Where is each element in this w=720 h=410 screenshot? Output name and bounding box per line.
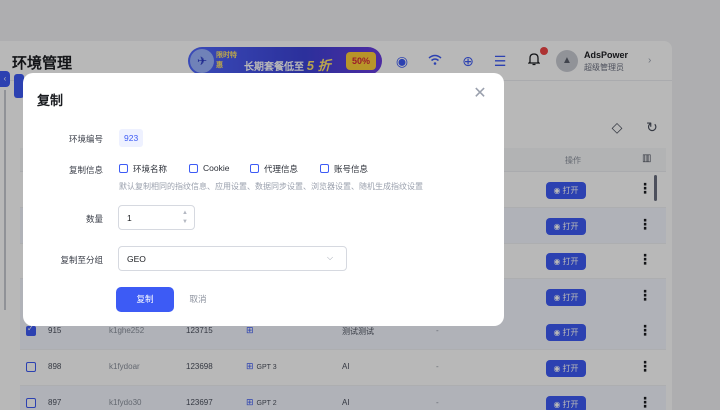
sync-icon[interactable]: ◉: [392, 51, 412, 71]
quantity-label: 数量: [85, 214, 103, 224]
open-button[interactable]: ◉ 打开: [546, 218, 586, 235]
group-select[interactable]: GEO ⌵: [118, 246, 347, 271]
copy-button[interactable]: 复制: [116, 287, 174, 312]
open-button[interactable]: ◉ 打开: [546, 289, 586, 306]
quantity-stepper[interactable]: ▲ ▼: [118, 205, 195, 230]
open-button[interactable]: ◉ 打开: [546, 360, 586, 377]
browser-icon: ◉: [553, 257, 561, 266]
cell-id: 897: [48, 398, 62, 407]
table-scrollbar[interactable]: [654, 175, 657, 201]
chevron-down-icon[interactable]: ▼: [179, 217, 191, 227]
sidebar-scroll-track: [4, 90, 6, 310]
promo-badge: 50%: [346, 52, 376, 70]
windows-icon: ⊞: [246, 325, 254, 335]
browser-icon: ◉: [553, 222, 561, 231]
copy-hint: 默认复制相同的指纹信息、应用设置、数据同步设置、浏览器设置、随机生成指纹设置: [119, 182, 423, 191]
env-no-label: 环境编号: [68, 134, 103, 144]
windows-icon: ⊞ GPT 3: [246, 361, 277, 371]
cancel-button[interactable]: 取消: [183, 287, 213, 312]
cell-note: -: [436, 326, 439, 335]
chevron-right-icon: ›: [648, 55, 652, 66]
env-no-value: 923: [119, 129, 144, 147]
cell-serial: k1ghe252: [109, 326, 145, 335]
group-select-value: GEO: [127, 254, 146, 264]
api-icon[interactable]: ⊕: [458, 51, 478, 71]
cell-account: 123697: [186, 398, 213, 407]
more-icon[interactable]: ⋮: [638, 287, 652, 304]
more-icon[interactable]: ⋮: [638, 251, 652, 268]
copy-dialog: 复制 ✕ 环境编号 923 复制信息 环境名称 Cookie 代理信息 账号信息…: [23, 73, 504, 326]
close-icon[interactable]: ✕: [471, 85, 489, 103]
windows-icon: ⊞ GPT 2: [246, 397, 277, 407]
list-icon[interactable]: ☰: [490, 51, 510, 71]
cell-id: 915: [48, 326, 62, 335]
cell-platform: 测试测试: [342, 327, 374, 336]
table-row[interactable]: 897 k1fydo30 123697 ⊞ GPT 2 AI - ◉ 打开 ⋮: [20, 386, 666, 410]
user-name: AdsPower: [584, 50, 629, 60]
group-label: 复制至分组: [60, 255, 103, 265]
more-icon[interactable]: ⋮: [638, 180, 652, 197]
cell-serial: k1fydo30: [109, 398, 142, 407]
more-icon[interactable]: ⋮: [638, 358, 652, 375]
more-icon[interactable]: ⋮: [638, 216, 652, 233]
browser-icon: ◉: [553, 186, 561, 195]
browser-icon: ◉: [553, 293, 561, 302]
cell-platform: AI: [342, 398, 350, 407]
chevron-down-icon: ⌵: [327, 253, 334, 262]
promo-text: 长期套餐低至 5 折: [244, 58, 331, 73]
open-button[interactable]: ◉ 打开: [546, 324, 586, 341]
column-header-actions: 操作: [565, 156, 581, 165]
open-button[interactable]: ◉ 打开: [546, 182, 586, 199]
promo-banner[interactable]: ✈ 限时特惠 长期套餐低至 5 折 50%: [188, 47, 382, 75]
tag-icon[interactable]: ◇: [606, 116, 628, 138]
cell-note: -: [436, 362, 439, 371]
open-button[interactable]: ◉ 打开: [546, 396, 586, 410]
copy-info-label: 复制信息: [68, 165, 103, 175]
wifi-icon[interactable]: [425, 51, 445, 71]
avatar: ▲: [556, 50, 578, 72]
chevron-left-icon[interactable]: ‹: [0, 71, 10, 87]
refresh-icon[interactable]: ↻: [641, 116, 663, 138]
column-settings-icon[interactable]: ▥: [642, 153, 651, 164]
cell-account: 123715: [186, 326, 213, 335]
browser-icon: ◉: [553, 364, 561, 373]
row-checkbox[interactable]: [26, 362, 36, 372]
checkbox[interactable]: [189, 164, 198, 173]
cell-note: -: [436, 398, 439, 407]
checkbox[interactable]: [250, 164, 259, 173]
cell-id: 898: [48, 362, 62, 371]
cell-platform: AI: [342, 362, 350, 371]
row-checkbox[interactable]: [26, 398, 36, 408]
page-title: 环境管理: [12, 55, 73, 72]
rocket-icon: ✈: [190, 49, 214, 73]
more-icon[interactable]: ⋮: [638, 322, 652, 339]
dialog-title: 复制: [37, 93, 64, 108]
user-menu[interactable]: ▲ AdsPower 超级管理员 ›: [556, 47, 666, 77]
table-row[interactable]: 898 k1fydoar 123698 ⊞ GPT 3 AI - ◉ 打开 ⋮: [20, 350, 666, 386]
row-checkbox[interactable]: [26, 324, 36, 336]
browser-icon: ◉: [553, 400, 561, 409]
notification-dot: [540, 47, 548, 55]
checkbox[interactable]: [320, 164, 329, 173]
more-icon[interactable]: ⋮: [638, 394, 652, 410]
quantity-input[interactable]: [127, 212, 177, 224]
cell-serial: k1fydoar: [109, 362, 140, 371]
user-role: 超级管理员: [584, 63, 624, 72]
cell-account: 123698: [186, 362, 213, 371]
open-button[interactable]: ◉ 打开: [546, 253, 586, 270]
promo-tag: 限时特惠: [216, 52, 237, 69]
checkbox[interactable]: [119, 164, 128, 173]
browser-icon: ◉: [553, 328, 561, 337]
